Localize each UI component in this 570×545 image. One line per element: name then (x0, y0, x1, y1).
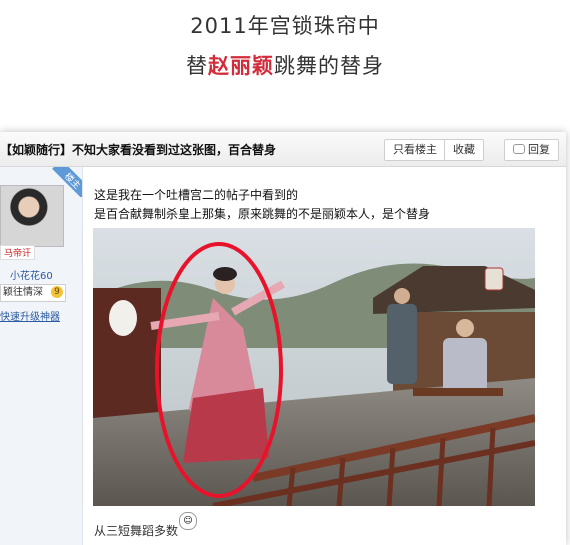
author-sidebar: 楼主 马帝讦 小花花60 颖往情深 9 快速升级神器 (0, 167, 83, 545)
rank-label: 颖往情深 (3, 287, 43, 298)
only-author-button[interactable]: 只看楼主 (384, 139, 446, 161)
avatar[interactable] (0, 185, 64, 247)
reply-button-label: 回复 (528, 143, 550, 156)
post-text-line-1: 这是我在一个吐槽宫二的帖子中看到的 (94, 188, 299, 202)
post-photo (93, 228, 535, 506)
rank-level: 9 (51, 286, 63, 298)
forum-screenshot: 【如颖随行】不知大家看没看到过这张图，百合替身 只看楼主 收藏 回复 楼主 马帝… (0, 132, 566, 545)
favorite-button[interactable]: 收藏 (444, 139, 484, 161)
username[interactable]: 小花花60 (10, 267, 53, 282)
headline-highlight-name: 赵丽颖 (208, 54, 274, 78)
reply-icon (513, 144, 525, 154)
headline-line-1: 2011年宫锁珠帘中 (190, 14, 380, 38)
post-text-line-2: 是百合献舞制杀皇上那集，原来跳舞的不是丽颖本人，是个替身 (94, 207, 431, 221)
headline-suffix: 跳舞的替身 (274, 54, 384, 78)
drama-scene-photo (93, 228, 535, 506)
reply-button[interactable]: 回复 (504, 139, 559, 161)
post-title-bar: 【如颖随行】不知大家看没看到过这张图，百合替身 只看楼主 收藏 回复 (0, 132, 566, 167)
avatar-tag: 马帝讦 (0, 245, 36, 260)
headline-prefix: 替 (186, 54, 208, 78)
post-text-line-3: 从三短舞蹈多数 (94, 524, 179, 538)
post-title[interactable]: 【如颖随行】不知大家看没看到过这张图，百合替身 (0, 141, 276, 158)
post-content: 这是我在一个吐槽宫二的帖子中看到的 是百合献舞制杀皇上那集，原来跳舞的不是丽颖本… (83, 167, 566, 545)
rank-badge: 颖往情深 9 (0, 284, 66, 302)
smiley-icon: ☺ (179, 512, 197, 530)
headline-line-2: 替赵丽颖跳舞的替身 (0, 50, 570, 80)
upgrade-link[interactable]: 快速升级神器 (0, 308, 60, 323)
